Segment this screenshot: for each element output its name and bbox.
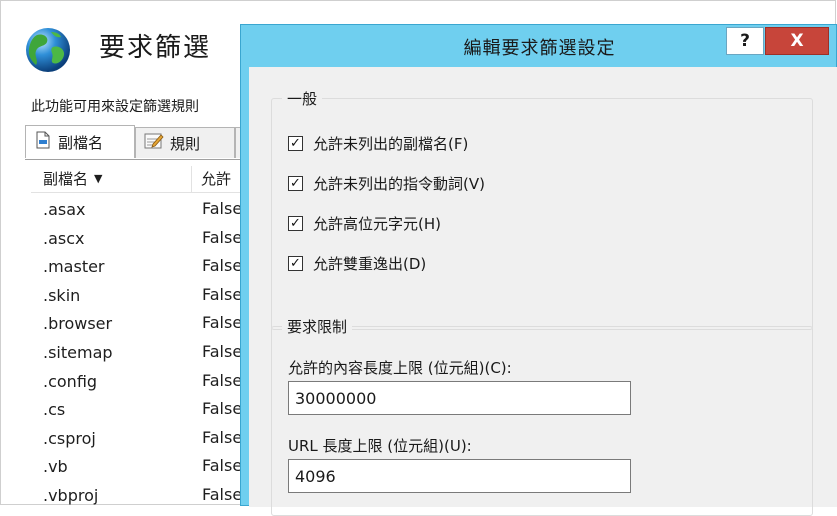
cell-extension: .vb: [43, 457, 68, 477]
table-row[interactable]: .skin False: [31, 281, 251, 310]
cell-extension: .cs: [43, 400, 66, 420]
sort-descending-icon: ▼: [94, 172, 103, 185]
page-description: 此功能可用來設定篩選規則: [31, 99, 199, 115]
content-length-label: 允許的內容長度上限 (位元組)(C):: [288, 359, 512, 377]
cell-allowed: False: [202, 427, 243, 447]
cell-extension: .config: [43, 371, 98, 391]
request-limits-group: 要求限制 允許的內容長度上限 (位元組)(C): URL 長度上限 (位元組)(…: [271, 316, 813, 516]
dialog-titlebar[interactable]: 編輯要求篩選設定 ? X: [241, 25, 837, 65]
cell-allowed: False: [202, 484, 243, 504]
table-row[interactable]: .master False: [31, 252, 251, 281]
file-extension-icon: [34, 131, 52, 153]
cell-allowed: False: [202, 313, 243, 333]
table-row[interactable]: .browser False: [31, 309, 251, 338]
help-button[interactable]: ?: [726, 27, 764, 55]
allow-unlisted-verbs-label: 允許未列出的指令動詞(V): [313, 175, 485, 193]
table-header: 副檔名 ▼ 允許: [31, 166, 251, 193]
allow-high-bit-characters-checkbox[interactable]: ✓ 允許高位元字元(H): [288, 213, 441, 234]
allow-double-escaping-checkbox[interactable]: ✓ 允許雙重逸出(D): [288, 253, 426, 274]
cell-allowed: False: [202, 370, 243, 390]
cell-extension: .csproj: [43, 428, 96, 448]
request-limits-group-label: 要求限制: [282, 316, 353, 337]
globe-icon: [23, 25, 73, 75]
rules-icon: [144, 132, 164, 154]
general-group-label: 一般: [282, 88, 323, 109]
cell-allowed: False: [202, 227, 243, 247]
allow-double-escaping-label: 允許雙重逸出(D): [313, 255, 427, 273]
cell-allowed: False: [202, 284, 243, 304]
cell-extension: .browser: [43, 314, 113, 334]
allow-unlisted-extensions-label: 允許未列出的副檔名(F): [313, 135, 469, 153]
feature-tabs: 副檔名 規則 ▭: [25, 125, 265, 160]
cell-allowed: False: [202, 399, 243, 419]
url-length-input[interactable]: [288, 459, 631, 493]
cell-allowed: False: [202, 199, 243, 218]
column-header-extension[interactable]: 副檔名 ▼: [43, 168, 102, 189]
table-row[interactable]: .ascx False: [31, 224, 251, 253]
close-button[interactable]: X: [765, 27, 829, 55]
column-header-allowed[interactable]: 允許: [201, 168, 231, 189]
content-length-input[interactable]: [288, 381, 631, 415]
table-row[interactable]: .vbproj False: [31, 481, 251, 510]
cell-allowed: False: [202, 256, 243, 276]
table-row[interactable]: .vb False: [31, 452, 251, 481]
cell-extension: .skin: [43, 285, 81, 305]
table-row[interactable]: .csproj False: [31, 424, 251, 453]
page-title: 要求篩選: [99, 33, 212, 63]
extension-list: .asax False .ascx False .master False .skin…: [31, 195, 251, 510]
edit-request-filtering-dialog: 編輯要求篩選設定 ? X 一般 ✓ 允許未列出的副檔名(F) ✓ 允許未列出的指…: [240, 24, 837, 516]
table-row[interactable]: .cs False: [31, 395, 251, 424]
tab-rules[interactable]: 規則: [135, 127, 235, 158]
cell-extension: .sitemap: [43, 342, 113, 362]
cell-extension: .asax: [43, 200, 86, 219]
cell-extension: .vbproj: [43, 485, 99, 505]
checkmark-icon: ✓: [288, 136, 303, 151]
allow-unlisted-verbs-checkbox[interactable]: ✓ 允許未列出的指令動詞(V): [288, 173, 485, 194]
table-row[interactable]: .config False: [31, 367, 251, 396]
tab-file-extensions[interactable]: 副檔名: [25, 125, 135, 158]
allow-high-bit-characters-label: 允許高位元字元(H): [313, 215, 441, 233]
url-length-label: URL 長度上限 (位元組)(U):: [288, 437, 472, 455]
allow-unlisted-extensions-checkbox[interactable]: ✓ 允許未列出的副檔名(F): [288, 133, 468, 154]
tab-file-extensions-label: 副檔名: [58, 133, 104, 152]
general-group: 一般 ✓ 允許未列出的副檔名(F) ✓ 允許未列出的指令動詞(V) ✓ 允許高位…: [271, 88, 813, 330]
cell-extension: .master: [43, 257, 105, 277]
dialog-client-area: 一般 ✓ 允許未列出的副檔名(F) ✓ 允許未列出的指令動詞(V) ✓ 允許高位…: [249, 67, 837, 516]
cell-extension: .ascx: [43, 228, 85, 248]
tab-rules-label: 規則: [170, 134, 201, 153]
column-separator[interactable]: [191, 166, 192, 192]
cell-allowed: False: [202, 456, 243, 476]
table-row[interactable]: .asax False: [31, 195, 251, 224]
checkmark-icon: ✓: [288, 176, 303, 191]
checkmark-icon: ✓: [288, 256, 303, 271]
table-row[interactable]: .sitemap False: [31, 338, 251, 367]
checkmark-icon: ✓: [288, 216, 303, 231]
cell-allowed: False: [202, 341, 243, 361]
